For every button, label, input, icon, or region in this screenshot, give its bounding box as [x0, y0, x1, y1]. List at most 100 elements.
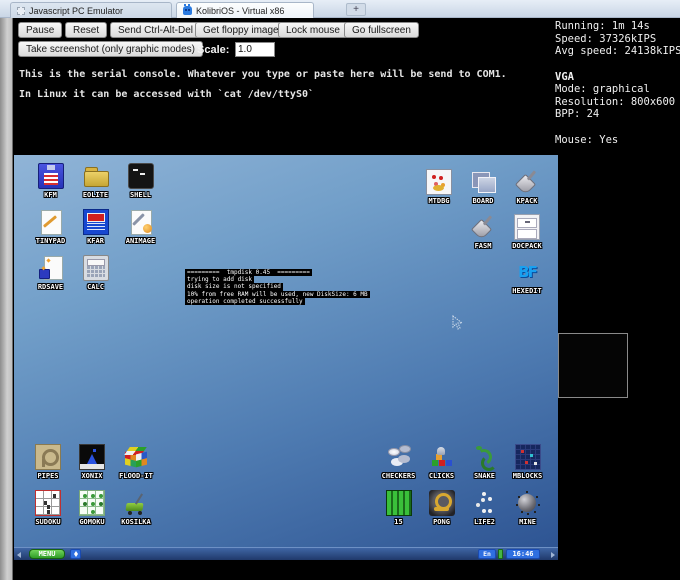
console-line: ========= tmpdisk 0.45 =========: [185, 269, 312, 277]
desktop-icons-top-left: KFM EOLITE SHELL TINYPAD KFAR ANIMAGE RD…: [28, 163, 163, 301]
icon-label: BOARD: [472, 197, 494, 205]
icon-label: ANIMAGE: [125, 237, 156, 245]
emulator-toolbar: Pause Reset Send Ctrl-Alt-Del Get floppy…: [13, 18, 548, 62]
updown-arrows-icon[interactable]: [70, 549, 81, 559]
tab-javascript-pc-emulator[interactable]: Javascript PC Emulator: [10, 2, 172, 18]
icon-label: KPACK: [516, 197, 538, 205]
left-edge-strip: [0, 18, 13, 580]
desktop-icon-clicks[interactable]: CLICKS: [420, 444, 463, 490]
desktop-icon-mine[interactable]: MINE: [506, 490, 549, 536]
desktop-icon-mtdbg[interactable]: MTDBG: [417, 169, 461, 214]
vga-mode: Mode: graphical: [555, 83, 650, 95]
taskbar-scroll-left-icon[interactable]: [17, 552, 21, 558]
console-line: disk size is not specified: [185, 283, 283, 291]
desktop-icons-bottom-left: PIPES XONIX FLOOD-IT SUDOKU GOMOKU KOSIL…: [26, 444, 158, 536]
desktop-icon-kpack[interactable]: KPACK: [505, 169, 549, 214]
hidden-text-input-box[interactable]: [558, 333, 628, 398]
paint-icon: [128, 209, 154, 235]
icon-label: FLOOD-IT: [119, 472, 153, 480]
scale-input[interactable]: [235, 42, 275, 57]
desktop-icon-calc[interactable]: CALC: [73, 255, 118, 301]
vm-screen[interactable]: KFM EOLITE SHELL TINYPAD KFAR ANIMAGE RD…: [14, 155, 558, 560]
desktop-icon-pipes[interactable]: PIPES: [26, 444, 70, 490]
serial-line: This is the serial console. Whatever you…: [19, 69, 507, 80]
lock-mouse-button[interactable]: Lock mouse: [278, 22, 348, 38]
desktop-icon-sudoku[interactable]: SUDOKU: [26, 490, 70, 536]
grid-blocks-icon: [514, 444, 541, 470]
desktop-icon-rdsave[interactable]: RDSAVE: [28, 255, 73, 301]
tab-kolibrios[interactable]: KolibriOS - Virtual x86: [176, 2, 314, 18]
desktop-icon-tinypad[interactable]: TINYPAD: [28, 209, 73, 255]
desktop-icon-eolite[interactable]: EOLITE: [73, 163, 118, 209]
file-manager-icon: [82, 209, 109, 235]
desktop-icon-snake[interactable]: SNAKE: [463, 444, 506, 490]
calculator-icon: [82, 255, 109, 281]
avg-speed: Avg speed: 24138kIPS: [555, 45, 680, 57]
icon-label: GOMOKU: [79, 518, 105, 526]
desktop-icon-pong[interactable]: PONG: [420, 490, 463, 536]
desktop-icon-shell[interactable]: SHELL: [118, 163, 163, 209]
fullscreen-button[interactable]: Go fullscreen: [344, 22, 419, 38]
desktop-icon-xonix[interactable]: XONIX: [70, 444, 114, 490]
floppy-image-button[interactable]: Get floppy image: [195, 22, 287, 38]
emulator-page: Javascript PC Emulator KolibriOS - Virtu…: [0, 0, 680, 580]
icon-label: 15: [394, 518, 403, 526]
clock[interactable]: 16:46: [506, 549, 540, 559]
rubiks-cube-icon: [123, 444, 149, 470]
vga-bpp: BPP: 24: [555, 108, 600, 120]
serial-line: In Linux it can be accessed with `cat /d…: [19, 89, 315, 100]
ctrl-alt-del-button[interactable]: Send Ctrl-Alt-Del: [110, 22, 202, 38]
menu-button[interactable]: MENU: [29, 549, 65, 559]
cells-dots-icon: [472, 490, 498, 516]
fifteen-puzzle-icon: [385, 490, 412, 516]
icon-label: FASM: [474, 242, 492, 250]
icon-label: SHELL: [129, 191, 152, 199]
language-indicator[interactable]: En: [478, 549, 496, 559]
pause-button[interactable]: Pause: [18, 22, 63, 38]
console-line: trying to add disk: [185, 276, 255, 284]
desktop-icon-fasm[interactable]: FASM: [461, 214, 505, 259]
reset-button[interactable]: Reset: [65, 22, 108, 38]
desktop-icon-hexedit[interactable]: BF HEXEDIT: [505, 259, 549, 304]
desktop-icon-board[interactable]: BOARD: [461, 169, 505, 214]
default-favicon: [17, 6, 25, 15]
xonix-game-icon: [79, 444, 105, 470]
desktop-icon-kosilka[interactable]: KOSILKA: [114, 490, 158, 536]
cpu-load-indicator[interactable]: [498, 549, 503, 559]
new-tab-button[interactable]: +: [346, 3, 366, 16]
gold-ring-icon: [428, 490, 455, 516]
desktop-icon-checkers[interactable]: CHECKERS: [377, 444, 420, 490]
screenshot-button[interactable]: Take screenshot (only graphic modes): [18, 41, 203, 57]
icon-label: KFM: [44, 191, 57, 199]
console-line: 10% from free RAM will be used, new Disk…: [185, 290, 370, 298]
checkers-pieces-icon: [386, 444, 412, 470]
scale-label: Scale:: [197, 44, 230, 56]
desktop-icon-floodit[interactable]: FLOOD-IT: [114, 444, 158, 490]
bf-logo-icon: BF: [518, 263, 538, 281]
taskbar-scroll-right-icon[interactable]: [551, 552, 555, 558]
mouse-cursor-icon: [452, 315, 464, 330]
desktop-icon-kfar[interactable]: KFAR: [73, 209, 118, 255]
desktop-icon-docpack[interactable]: DOCPACK: [505, 214, 549, 259]
icon-label: CALC: [87, 283, 104, 291]
desktop-icon-15[interactable]: 15: [377, 490, 420, 536]
stats-panel: Running: 1m 14s Speed: 37326kIPS Avg spe…: [555, 20, 680, 146]
icon-label: SUDOKU: [35, 518, 61, 526]
icon-label: SNAKE: [473, 472, 496, 480]
icon-label: MBLOCKS: [512, 472, 543, 480]
icon-label: PIPES: [37, 472, 59, 480]
serial-console[interactable]: This is the serial console. Whatever you…: [13, 62, 548, 154]
windows-icon: [470, 169, 496, 195]
sudoku-grid-icon: [35, 490, 61, 516]
kolibri-taskbar: MENU En 16:46: [14, 547, 558, 560]
desktop-icon-gomoku[interactable]: GOMOKU: [70, 490, 114, 536]
desktop-icon-kfm[interactable]: KFM: [28, 163, 73, 209]
desktop-icon-animage[interactable]: ANIMAGE: [118, 209, 163, 255]
icon-label: EOLITE: [82, 191, 109, 199]
vga-resolution: Resolution: 800x600: [555, 95, 676, 108]
icon-label: XONIX: [81, 472, 103, 480]
notepad-icon: [38, 209, 64, 235]
desktop-icon-mblocks[interactable]: MBLOCKS: [506, 444, 549, 490]
icon-label: CLICKS: [428, 472, 455, 480]
desktop-icon-life2[interactable]: LIFE2: [463, 490, 506, 536]
